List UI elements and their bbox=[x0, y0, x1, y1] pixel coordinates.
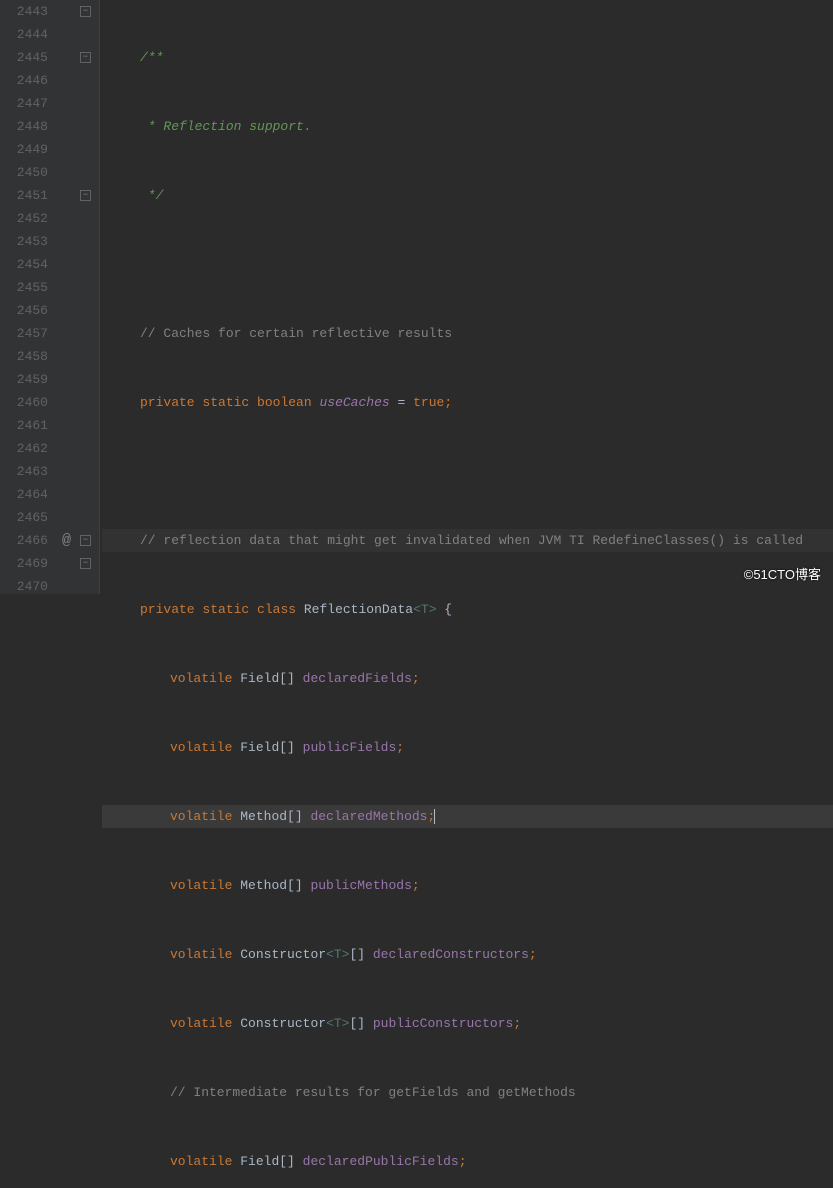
fold-gutter: @ bbox=[58, 0, 100, 594]
line-number: 2444 bbox=[0, 23, 48, 46]
fold-marker-icon[interactable] bbox=[80, 190, 91, 201]
line-number: 2450 bbox=[0, 161, 48, 184]
line-number: 2445 bbox=[0, 46, 48, 69]
line-number: 2447 bbox=[0, 92, 48, 115]
line-number: 2454 bbox=[0, 253, 48, 276]
line-number: 2462 bbox=[0, 437, 48, 460]
line-number: 2470 bbox=[0, 575, 48, 598]
line-number: 2443 bbox=[0, 0, 48, 23]
fold-marker-icon[interactable] bbox=[80, 52, 91, 63]
line-number: 2446 bbox=[0, 69, 48, 92]
fold-marker-icon[interactable] bbox=[80, 535, 91, 546]
line-number: 2453 bbox=[0, 230, 48, 253]
line-number: 2452 bbox=[0, 207, 48, 230]
line-number: 2466 bbox=[0, 529, 48, 552]
line-number-gutter: 2443 2444 2445 2446 2447 2448 2449 2450 … bbox=[0, 0, 58, 594]
doc-comment: */ bbox=[140, 188, 163, 203]
line-number: 2460 bbox=[0, 391, 48, 414]
doc-comment: /** bbox=[140, 50, 163, 65]
fold-marker-icon[interactable] bbox=[80, 6, 91, 17]
line-number: 2455 bbox=[0, 276, 48, 299]
comment: // Caches for certain reflective results bbox=[140, 326, 452, 341]
doc-comment: * Reflection support. bbox=[140, 119, 312, 134]
line-number: 2461 bbox=[0, 414, 48, 437]
override-gutter-icon[interactable]: @ bbox=[62, 529, 71, 552]
comment: // Intermediate results for getFields an… bbox=[170, 1085, 576, 1100]
line-number: 2464 bbox=[0, 483, 48, 506]
line-number: 2449 bbox=[0, 138, 48, 161]
code-area[interactable]: /** * Reflection support. */ // Caches f… bbox=[100, 0, 833, 594]
line-number: 2459 bbox=[0, 368, 48, 391]
code-editor[interactable]: 2443 2444 2445 2446 2447 2448 2449 2450 … bbox=[0, 0, 833, 594]
line-number: 2451 bbox=[0, 184, 48, 207]
line-number: 2457 bbox=[0, 322, 48, 345]
watermark: ©51CTO博客 bbox=[744, 563, 821, 586]
line-number: 2465 bbox=[0, 506, 48, 529]
fold-marker-icon[interactable] bbox=[80, 558, 91, 569]
line-number: 2458 bbox=[0, 345, 48, 368]
line-number: 2469 bbox=[0, 552, 48, 575]
current-line: volatile Method[] declaredMethods; bbox=[102, 805, 833, 828]
line-number: 2448 bbox=[0, 115, 48, 138]
line-number: 2456 bbox=[0, 299, 48, 322]
line-number: 2463 bbox=[0, 460, 48, 483]
comment: // reflection data that might get invali… bbox=[140, 533, 803, 548]
